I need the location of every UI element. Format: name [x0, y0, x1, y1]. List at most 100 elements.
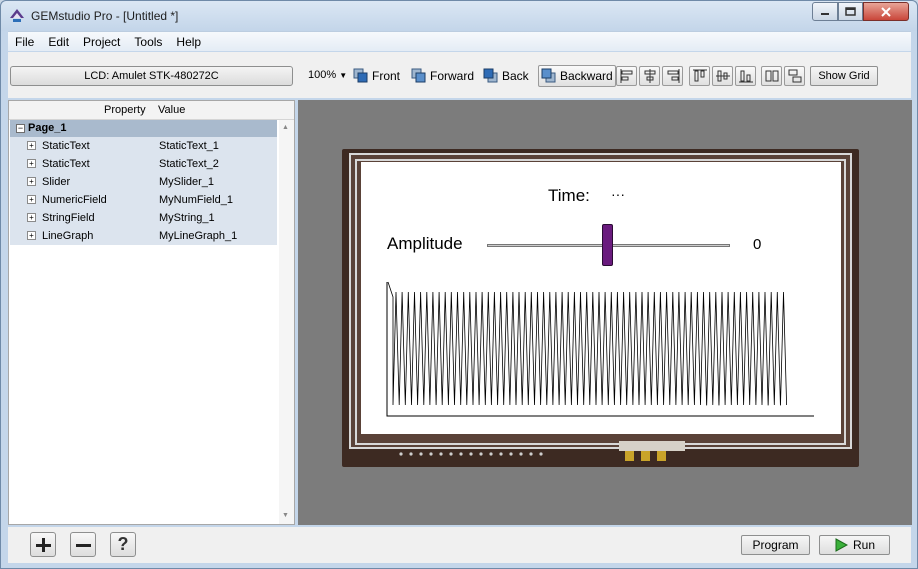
run-label: Run [852, 538, 875, 552]
board-pin [519, 452, 523, 456]
window-title: GEMstudio Pro - [Untitled *] [31, 9, 179, 23]
front-button[interactable]: Front [353, 65, 400, 87]
tree-row[interactable]: + StringField MyString_1 [10, 209, 277, 227]
board-pins [399, 452, 543, 456]
align-top-button[interactable] [689, 66, 710, 86]
time-label[interactable]: Time: [548, 186, 590, 206]
same-width-button[interactable] [761, 66, 782, 86]
scroll-up-icon[interactable]: ▲ [282, 124, 289, 131]
property-column-header[interactable]: Property [104, 104, 146, 116]
tree-row[interactable]: + LineGraph MyLineGraph_1 [10, 227, 277, 245]
front-label: Front [372, 69, 401, 83]
menu-edit[interactable]: Edit [41, 33, 76, 51]
backward-label: Backward [560, 69, 613, 83]
add-button[interactable] [30, 532, 56, 557]
tree-row[interactable]: + Slider MySlider_1 [10, 173, 277, 191]
align-top-icon [692, 69, 707, 82]
board-pin [439, 452, 443, 456]
align-center-button[interactable] [639, 66, 660, 86]
remove-button[interactable] [70, 532, 96, 557]
minimize-button[interactable] [812, 2, 838, 21]
menu-file[interactable]: File [8, 33, 41, 51]
align-left-icon [620, 69, 632, 83]
close-button[interactable] [863, 2, 909, 21]
plus-icon [36, 537, 51, 552]
align-bottom-icon [738, 70, 753, 83]
program-button[interactable]: Program [741, 535, 810, 555]
board-pin [419, 452, 423, 456]
app-logo-icon [10, 9, 24, 22]
expand-icon[interactable]: + [27, 231, 36, 240]
page-name: Page_1 [28, 122, 67, 134]
board-pin [479, 452, 483, 456]
send-backward-icon [541, 68, 556, 83]
play-icon [835, 538, 848, 552]
help-icon: ? [117, 534, 129, 554]
align-middle-button[interactable] [712, 66, 733, 86]
board-pin [539, 452, 543, 456]
graph-series-line [387, 281, 787, 406]
expand-icon[interactable]: + [27, 141, 36, 150]
run-button[interactable]: Run [819, 535, 890, 555]
zoom-value: 100% [308, 69, 337, 81]
collapse-icon[interactable]: − [16, 124, 25, 133]
amplitude-numeric-field[interactable]: 0 [753, 236, 761, 253]
expand-icon[interactable]: + [27, 213, 36, 222]
board-pin [529, 452, 533, 456]
tree-row-type: Slider [42, 176, 71, 188]
tree-row-type: StringField [42, 212, 95, 224]
tree-row-type: LineGraph [42, 230, 94, 242]
menu-bar: File Edit Project Tools Help [8, 31, 911, 51]
tree-row-type: NumericField [42, 194, 107, 206]
amplitude-label[interactable]: Amplitude [387, 234, 463, 254]
time-string-field[interactable]: ··· [611, 186, 625, 202]
design-canvas[interactable]: Time: ··· Amplitude 0 [298, 100, 912, 525]
show-grid-button[interactable]: Show Grid [810, 66, 878, 86]
tree-row-name: MySlider_1 [159, 176, 215, 188]
tree-page-node[interactable]: − Page_1 [10, 120, 277, 137]
forward-button[interactable]: Forward [411, 65, 474, 87]
menu-project[interactable]: Project [76, 33, 127, 51]
back-label: Back [502, 69, 529, 83]
board-pin [459, 452, 463, 456]
property-scrollbar[interactable]: ▲ ▼ [279, 120, 294, 524]
align-bottom-button[interactable] [735, 66, 756, 86]
scroll-down-icon[interactable]: ▼ [282, 512, 289, 519]
back-button[interactable]: Back [483, 65, 529, 87]
slider-thumb[interactable] [602, 224, 613, 266]
help-button[interactable]: ? [110, 532, 136, 557]
restore-icon [845, 7, 856, 16]
align-left-button[interactable] [616, 66, 637, 86]
align-right-button[interactable] [662, 66, 683, 86]
lcd-screen[interactable]: Time: ··· Amplitude 0 [361, 162, 841, 434]
line-graph[interactable] [386, 277, 816, 422]
tree-row[interactable]: + NumericField MyNumField_1 [10, 191, 277, 209]
maximize-button[interactable] [838, 2, 863, 21]
menu-tools[interactable]: Tools [127, 33, 169, 51]
expand-icon[interactable]: + [27, 177, 36, 186]
board-pin [429, 452, 433, 456]
app-window: GEMstudio Pro - [Untitled *] File Edit P… [0, 0, 918, 569]
board-pin [399, 452, 403, 456]
tree-row-name: StaticText_2 [159, 158, 219, 170]
tree-row-name: StaticText_1 [159, 140, 219, 152]
expand-icon[interactable]: + [27, 159, 36, 168]
same-width-icon [765, 70, 778, 82]
dropdown-arrow-icon: ▼ [339, 71, 348, 80]
lcd-select-button[interactable]: LCD: Amulet STK-480272C [10, 66, 293, 86]
backward-button[interactable]: Backward [538, 65, 616, 87]
forward-label: Forward [430, 69, 475, 83]
value-column-header[interactable]: Value [158, 104, 185, 116]
same-height-icon [788, 69, 801, 83]
expand-icon[interactable]: + [27, 195, 36, 204]
bring-forward-icon [411, 68, 426, 83]
same-height-button[interactable] [784, 66, 805, 86]
zoom-dropdown[interactable]: 100% ▼ [308, 69, 347, 81]
align-right-icon [667, 69, 679, 83]
tree-row-name: MyString_1 [159, 212, 215, 224]
align-middle-icon [715, 70, 730, 82]
minus-icon [76, 543, 91, 547]
tree-row[interactable]: + StaticText StaticText_1 [10, 137, 277, 155]
tree-row[interactable]: + StaticText StaticText_2 [10, 155, 277, 173]
menu-help[interactable]: Help [169, 33, 208, 51]
